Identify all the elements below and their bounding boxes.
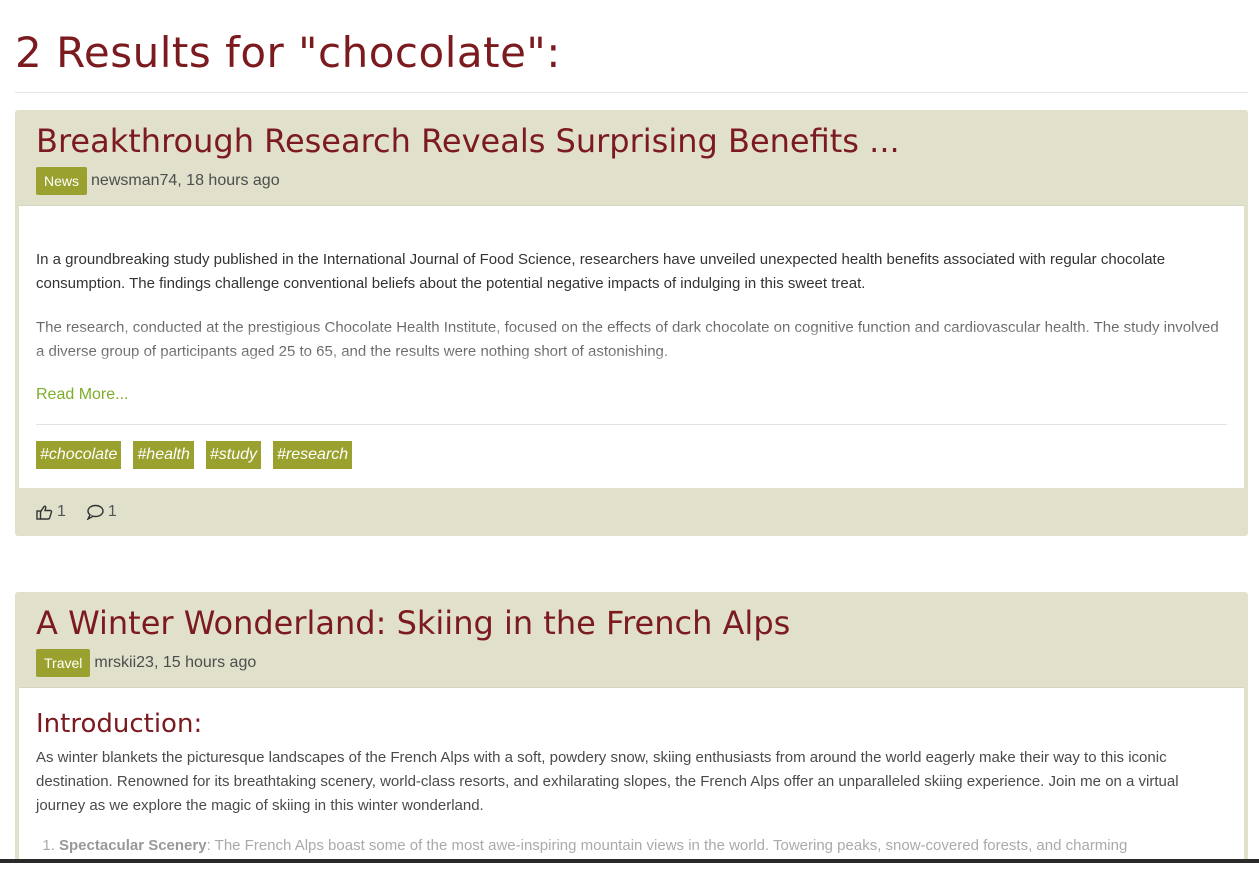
post-meta: Travel mrskii23, 15 hours ago [36,649,1227,677]
comment-bubble-icon [86,504,104,520]
search-results-page: 2 Results for "chocolate": Breakthrough … [15,0,1248,888]
category-badge[interactable]: News [36,167,88,195]
post-body: In a groundbreaking study published in t… [19,205,1244,488]
read-more-link[interactable]: Read More... [36,386,128,404]
tag-chocolate[interactable]: #chocolate [36,441,122,469]
list-item-label: Spectacular Scenery [59,837,207,854]
post-header: A Winter Wonderland: Skiing in the Frenc… [15,592,1248,687]
tag-study[interactable]: #study [205,441,262,469]
post-byline: newsman74, 18 hours ago [91,172,280,189]
like-button[interactable]: 1 [36,503,66,521]
post-header: Breakthrough Research Reveals Surprising… [15,110,1248,205]
post-byline: mrskii23, 15 hours ago [94,654,257,671]
post-card: A Winter Wonderland: Skiing in the Frenc… [15,592,1248,888]
thumbs-up-icon [36,505,53,520]
post-paragraph-faded: The research, conducted at the prestigio… [36,319,1219,360]
post-paragraph: As winter blankets the picturesque lands… [36,749,1179,814]
list-item: Spectacular Scenery: The French Alps boa… [59,834,1227,858]
window-bottom-edge [0,859,1259,863]
post-title[interactable]: A Winter Wonderland: Skiing in the Frenc… [36,603,1227,643]
results-heading: 2 Results for "chocolate": [15,28,561,77]
list-item-text: : The French Alps boast some of the most… [206,837,1128,854]
tag-health[interactable]: #health [133,441,194,469]
section-heading: Introduction: [36,709,203,739]
category-badge[interactable]: Travel [36,649,91,677]
post-list: Spectacular Scenery: The French Alps boa… [19,834,1227,858]
like-count: 1 [57,503,66,520]
body-divider [36,424,1227,425]
post-meta: News newsman74, 18 hours ago [36,167,1227,195]
post-paragraph: In a groundbreaking study published in t… [36,251,1166,292]
post-title[interactable]: Breakthrough Research Reveals Surprising… [36,121,1227,161]
comment-count: 1 [107,503,117,520]
tag-list: #chocolate #health #study #research [36,441,353,469]
post-footer: 1 1 [15,488,1248,536]
comment-button[interactable]: 1 [86,503,117,521]
tag-research[interactable]: #research [273,441,353,469]
post-body: Introduction: As winter blankets the pic… [19,687,1244,888]
heading-divider [15,92,1248,93]
post-card: Breakthrough Research Reveals Surprising… [15,110,1248,536]
